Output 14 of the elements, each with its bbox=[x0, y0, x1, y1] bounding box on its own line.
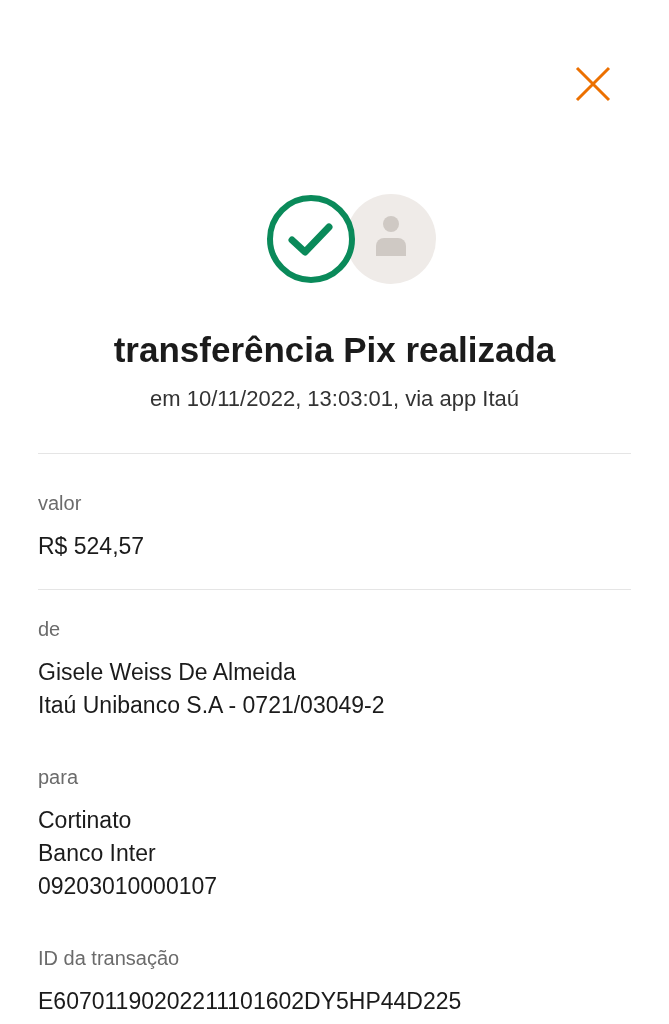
transfer-date: em 10/11/2022, 13:03:01, via app Itaú bbox=[149, 384, 520, 413]
field-value: Cortinato bbox=[38, 805, 133, 835]
field-value: Banco Inter bbox=[38, 838, 157, 868]
field-label: ID da transação bbox=[38, 945, 181, 971]
field-label: de bbox=[38, 616, 62, 642]
field-value: E60701190202211101602DY5HP44D225 bbox=[38, 986, 463, 1016]
field-value: 09203010000107 bbox=[38, 871, 219, 901]
field-label: para bbox=[38, 764, 80, 790]
field-value: R$ 524,57 bbox=[38, 531, 146, 561]
field-label: valor bbox=[38, 490, 83, 516]
check-icon bbox=[265, 194, 356, 284]
field-value: Gisele Weiss De Almeida bbox=[38, 657, 297, 687]
field-value: Itaú Unibanco S.A - 0721/03049-2 bbox=[38, 690, 386, 720]
success-title: transferência Pix realizada bbox=[112, 329, 557, 371]
